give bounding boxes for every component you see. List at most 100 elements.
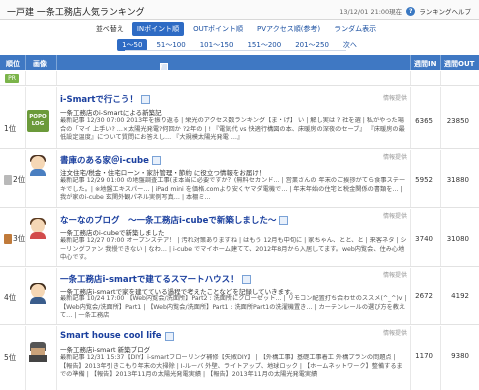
rank-number: 3位 xyxy=(13,234,26,243)
range-151-200[interactable]: 151〜200 xyxy=(242,39,286,51)
latest-articles[interactable]: 最新記事 12/29 01:00 の地盤調査工事(ま本当に必要ですか？(無料セカ… xyxy=(60,177,408,205)
column-divider xyxy=(56,71,57,85)
sort-pv-access[interactable]: PVアクセス順(参考) xyxy=(252,22,325,36)
rank-number: 2位 xyxy=(13,175,26,184)
blog-title[interactable]: i-Smartで行こう！ xyxy=(60,93,150,105)
silver-medal-icon xyxy=(4,174,12,185)
column-divider xyxy=(25,326,26,390)
ranking-help-link[interactable]: ランキングヘルプ xyxy=(419,6,471,16)
column-divider xyxy=(25,268,26,324)
latest-articles[interactable]: 最新記事 12/30 07:00 2013年を振り返る | 栄光のアクセス数ラン… xyxy=(60,117,408,145)
bronze-medal-icon xyxy=(4,233,12,244)
rank-number: 1位 xyxy=(4,124,17,133)
column-divider xyxy=(25,71,26,85)
weekly-in-value: 3740 xyxy=(415,235,433,243)
profile-icon[interactable] xyxy=(164,331,174,341)
rank-number: 5位 xyxy=(4,353,17,362)
blog-description: 一条工務店i-smart 新築ブログ xyxy=(60,346,151,354)
table-row: 4位 情報提供 一条工務店i-smartで建てるスマートハウス！ 一条工務店i-… xyxy=(0,268,479,325)
weekly-in-value: 6365 xyxy=(415,117,433,125)
blog-title-text[interactable]: なーなのブログ ～一条工務店i-cubeで新築しました～ xyxy=(60,214,276,226)
column-divider xyxy=(56,55,57,70)
avatar-body xyxy=(29,355,47,362)
blog-title-text[interactable]: 書庫のある家＠i-cube xyxy=(60,154,149,166)
sort-bar: 並べ替え INポイント順 OUTポイント順 PVアクセス順(参考) ランダム表示 xyxy=(0,21,479,36)
weekly-in-value: 5952 xyxy=(415,176,433,184)
info-link[interactable]: 情報提供 xyxy=(383,270,407,279)
latest-articles[interactable]: 最新記事 12/27 07:00 オープンステア！ | 汚れ対策ありますね | … xyxy=(60,237,408,265)
table-row: 5位 情報提供 Smart house cool life 一条工務店i-sma… xyxy=(0,326,479,390)
blog-thumbnail[interactable] xyxy=(27,340,49,362)
column-divider xyxy=(410,55,411,70)
column-weekly-out: 週間OUT xyxy=(444,60,475,68)
weekly-out-value: 4192 xyxy=(451,292,469,300)
blog-thumbnail[interactable] xyxy=(27,217,49,239)
table-row: 3位 情報提供 なーなのブログ ～一条工務店i-cubeで新築しました～ 一条工… xyxy=(0,209,479,267)
blog-thumbnail[interactable] xyxy=(27,154,49,176)
avatar-face xyxy=(31,156,45,170)
weekly-out-value: 31080 xyxy=(446,235,469,243)
avatar-body xyxy=(30,232,46,239)
blog-title[interactable]: Smart house cool life xyxy=(60,331,174,341)
blog-title[interactable]: 書庫のある家＠i-cube xyxy=(60,154,161,166)
avatar-body xyxy=(30,169,46,176)
blog-description: 一条工務店のi-cubeで新築しました xyxy=(60,229,165,237)
info-link[interactable]: 情報提供 xyxy=(383,93,407,102)
blog-thumbnail[interactable]: POPO LOG xyxy=(27,110,49,132)
weekly-out-value: 31880 xyxy=(446,176,469,184)
blog-description: 一条工務店のi-Smartによる新築記 xyxy=(60,109,162,117)
column-divider xyxy=(440,71,441,85)
column-weekly-in: 週間IN xyxy=(414,60,437,68)
avatar-face xyxy=(31,284,45,298)
column-divider xyxy=(56,150,57,207)
weekly-out-value: 23850 xyxy=(446,117,469,125)
avatar-body xyxy=(30,297,46,304)
info-link[interactable]: 情報提供 xyxy=(383,328,407,337)
timestamp: 13/12/01 21:00現在 xyxy=(339,8,403,16)
profile-icon[interactable] xyxy=(151,155,161,165)
range-divider xyxy=(125,50,346,51)
column-divider xyxy=(25,87,26,148)
weekly-out-value: 9380 xyxy=(451,352,469,360)
rank-cell: 3位 xyxy=(4,233,25,244)
table-row: 1位 POPO LOG 情報提供 i-Smartで行こう！ 一条工務店のi-Sm… xyxy=(0,87,479,149)
column-divider xyxy=(410,71,411,85)
next-page-link[interactable]: 次へ xyxy=(338,39,362,51)
sort-in-points[interactable]: INポイント順 xyxy=(131,21,185,36)
weekly-in-value: 1170 xyxy=(415,352,433,360)
range-101-150[interactable]: 101〜150 xyxy=(195,39,239,51)
range-51-100[interactable]: 51〜100 xyxy=(151,39,190,51)
column-divider xyxy=(440,55,441,70)
weekly-in-value: 2672 xyxy=(415,292,433,300)
column-image: 画像 xyxy=(33,60,47,68)
latest-articles[interactable]: 最新記事 12/31 15:37【DIY】i-smartフローリング補修【失敗D… xyxy=(60,354,408,388)
page-title: 一戸建 一条工務店人気ランキング xyxy=(7,8,145,18)
column-divider xyxy=(56,209,57,266)
table-header: 順位 画像 ブログ名 / プロフィール / 紹介文 / 最新記事 週間IN 週間… xyxy=(0,55,479,170)
blog-title[interactable]: 一条工務店i-smartで建てるスマートハウス！ xyxy=(60,273,251,285)
sort-out-points[interactable]: OUTポイント順 xyxy=(188,22,248,36)
blog-title[interactable]: なーなのブログ ～一条工務店i-cubeで新築しました～ xyxy=(60,214,289,226)
blog-title-text[interactable]: i-Smartで行こう！ xyxy=(60,93,138,105)
sort-random[interactable]: ランダム表示 xyxy=(329,22,381,36)
profile-icon[interactable] xyxy=(140,94,150,104)
pr-badge: PR xyxy=(5,74,19,83)
help-icon[interactable]: ? xyxy=(406,6,416,16)
column-divider xyxy=(56,268,57,324)
blog-title-text[interactable]: Smart house cool life xyxy=(60,331,162,341)
header-meta: 13/12/01 21:00現在 ? ランキングヘルプ xyxy=(339,6,471,16)
column-rank: 順位 xyxy=(6,60,20,68)
column-divider xyxy=(56,87,57,148)
blog-title-text[interactable]: 一条工務店i-smartで建てるスマートハウス！ xyxy=(60,273,239,285)
sort-label: 並べ替え xyxy=(95,24,124,33)
latest-articles[interactable]: 最新記事 10/24 17:00 【Web内覧会/洗面所】Part2 : 洗面所… xyxy=(60,295,408,323)
blog-description: 注文住宅/税金・住宅ローン・家計管理・節約 に役立つ情報をお届け！ xyxy=(60,169,266,177)
info-link[interactable]: 情報提供 xyxy=(383,152,407,161)
blog-thumbnail[interactable] xyxy=(27,282,49,304)
profile-icon[interactable] xyxy=(279,215,289,225)
range-1-50[interactable]: 1〜50 xyxy=(117,38,148,51)
range-201-250[interactable]: 201〜250 xyxy=(290,39,334,51)
rank-cell: 2位 xyxy=(4,174,25,185)
profile-icon[interactable] xyxy=(241,274,251,284)
info-link[interactable]: 情報提供 xyxy=(383,211,407,220)
